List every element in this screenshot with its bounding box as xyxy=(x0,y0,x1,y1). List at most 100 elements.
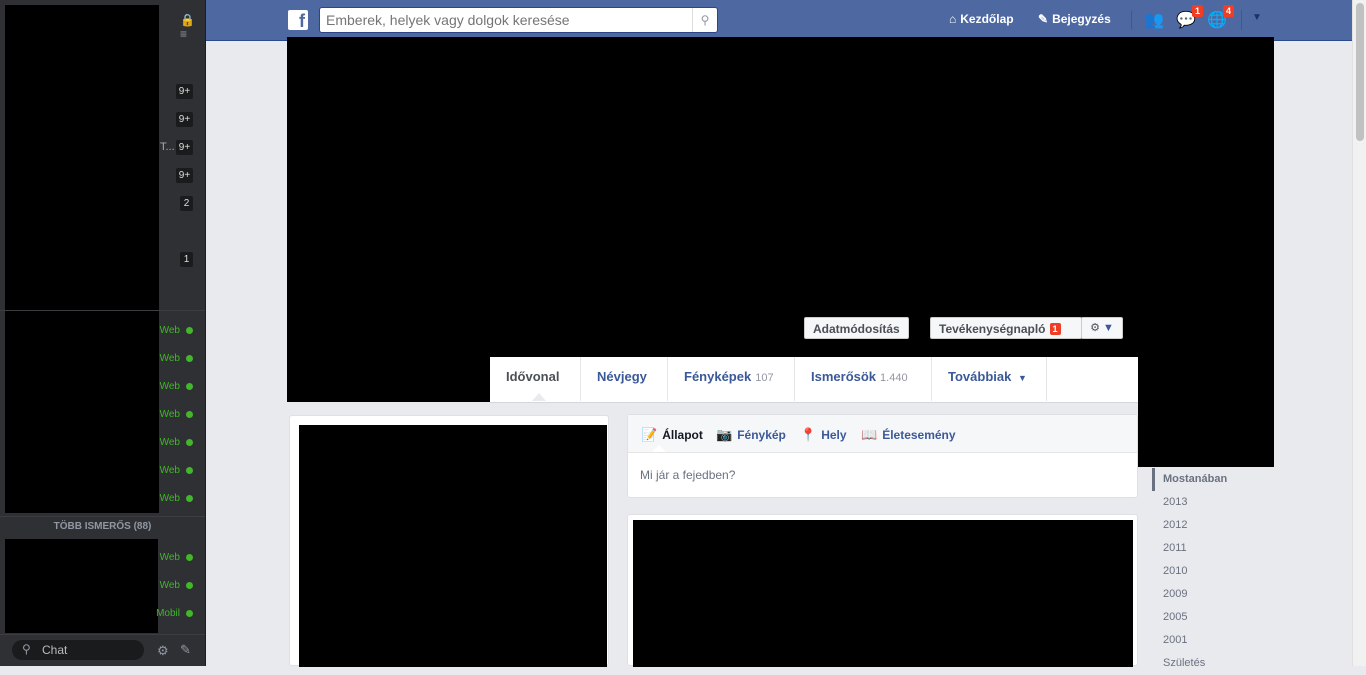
presence-label: Mobil xyxy=(156,608,180,619)
composer-tab-life-event[interactable]: 📖 Életesemény xyxy=(861,427,956,443)
active-composer-pointer xyxy=(652,445,666,452)
search-input[interactable] xyxy=(326,12,686,28)
redacted-friends-block xyxy=(5,539,158,633)
post-label: Bejegyzés xyxy=(1052,12,1111,26)
year-link[interactable]: 2011 xyxy=(1152,537,1262,560)
tab-more[interactable]: Továbbiak ▼ xyxy=(932,357,1047,401)
search-button[interactable]: ⚲ xyxy=(692,8,717,32)
chevron-down-icon: ▼ xyxy=(1103,322,1114,334)
online-dot-icon xyxy=(186,411,193,418)
search-box: ⚲ xyxy=(319,7,718,33)
tab-label: Idővonal xyxy=(506,369,560,384)
friend-presence[interactable]: Web xyxy=(160,381,193,392)
edit-icon: ✎ xyxy=(1038,12,1049,26)
favorite-count-badge: 1 xyxy=(180,252,193,267)
presence-label: Web xyxy=(159,381,180,392)
edit-profile-label: Adatmódosítás xyxy=(813,322,900,336)
tab-label: Fényképek xyxy=(684,369,752,384)
gear-icon[interactable]: ⚙ xyxy=(157,643,169,659)
friend-presence[interactable]: Web xyxy=(160,580,193,591)
composer-tab-label: Fénykép xyxy=(737,428,786,442)
friend-presence[interactable]: Web xyxy=(160,437,193,448)
year-link-recent[interactable]: Mostanában xyxy=(1152,468,1262,491)
year-link-birth[interactable]: Születés xyxy=(1152,652,1262,675)
chevron-down-icon[interactable]: ▼ xyxy=(1252,12,1262,23)
edit-profile-button[interactable]: Adatmódosítás xyxy=(804,317,909,339)
friend-requests-jewel[interactable]: 👥 xyxy=(1143,10,1165,30)
profile-tabs: Idővonal Névjegy Fényképek 107 Ismerősök 1… xyxy=(490,357,1138,403)
presence-label: Web xyxy=(159,325,180,336)
composer-tab-place[interactable]: 📍 Hely xyxy=(800,427,847,443)
friend-presence[interactable]: Web xyxy=(160,325,193,336)
home-link[interactable]: ⌂ Kezdőlap xyxy=(949,12,1014,26)
facebook-logo-icon[interactable]: f xyxy=(288,10,308,31)
tab-label: Továbbiak xyxy=(948,369,1012,384)
composer-tab-photo[interactable]: 📷 Fénykép xyxy=(716,427,786,443)
friend-presence[interactable]: Web xyxy=(160,409,193,420)
presence-label: Web xyxy=(159,437,180,448)
composer-tab-label: Életesemény xyxy=(882,428,956,442)
friend-presence[interactable]: Web xyxy=(160,353,193,364)
tab-about[interactable]: Névjegy xyxy=(581,357,668,401)
lock-list-icon[interactable]: 🔒≡ xyxy=(180,13,196,41)
tab-photos[interactable]: Fényképek 107 xyxy=(668,357,795,401)
messages-badge: 1 xyxy=(1191,5,1203,17)
tab-friends[interactable]: Ismerősök 1.440 xyxy=(795,357,932,401)
chevron-down-icon: ▼ xyxy=(1017,373,1027,383)
post-link[interactable]: ✎ Bejegyzés xyxy=(1038,12,1111,26)
friend-presence[interactable]: Web xyxy=(160,465,193,476)
online-dot-icon xyxy=(186,582,193,589)
scroll-thumb[interactable] xyxy=(1356,3,1364,141)
compose-icon[interactable]: ✎ xyxy=(180,642,191,658)
online-dot-icon xyxy=(186,467,193,474)
nav-divider xyxy=(1241,10,1242,30)
online-dot-icon xyxy=(186,383,193,390)
gear-icon: ⚙ xyxy=(1090,322,1100,334)
favorite-count-badge: 9+ xyxy=(176,168,193,183)
online-dot-icon xyxy=(186,439,193,446)
year-link[interactable]: 2009 xyxy=(1152,583,1262,606)
sidebar-divider xyxy=(0,516,205,517)
intro-card xyxy=(289,415,609,667)
sidebar-divider xyxy=(0,310,205,311)
favorite-count-badge: 2 xyxy=(180,196,193,211)
nav-divider xyxy=(1131,10,1132,30)
presence-label: Web xyxy=(159,465,180,476)
story-card xyxy=(627,514,1138,667)
online-dot-icon xyxy=(186,327,193,334)
friend-presence[interactable]: Web xyxy=(160,493,193,504)
photo-icon: 📷 xyxy=(716,427,733,442)
notifications-jewel[interactable]: 🌐 4 xyxy=(1206,5,1234,30)
year-link[interactable]: 2005 xyxy=(1152,606,1262,629)
settings-dropdown-button[interactable]: ⚙ ▼ xyxy=(1081,317,1123,339)
friend-presence[interactable]: Web xyxy=(160,552,193,563)
composer-tabs: 📝 Állapot 📷 Fénykép 📍 Hely 📖 Életesemény xyxy=(628,415,1137,453)
year-link[interactable]: 2001 xyxy=(1152,629,1262,652)
messages-jewel[interactable]: 💬 1 xyxy=(1175,5,1203,30)
tab-label: Ismerősök xyxy=(811,369,877,384)
status-input[interactable]: Mi jár a fejedben? xyxy=(640,468,735,482)
year-link[interactable]: 2013 xyxy=(1152,491,1262,514)
tab-timeline[interactable]: Idővonal xyxy=(490,357,581,401)
activity-log-button[interactable]: Tevékenységnapló 1 xyxy=(930,317,1082,339)
search-icon: ⚲ xyxy=(22,642,31,656)
tab-count: 1.440 xyxy=(880,372,908,384)
year-link[interactable]: 2012 xyxy=(1152,514,1262,537)
page-scrollbar[interactable] xyxy=(1352,0,1366,666)
favorite-count-badge: 9+ xyxy=(176,84,193,99)
blue-top-bar: f ⚲ ⌂ Kezdőlap ✎ Bejegyzés 👥 💬 1 🌐 4 ▼ xyxy=(206,0,1352,41)
chat-sidebar: 🔒≡ 9+ 9+ T... 9+ 9+ 2 1 Web Web Web Web … xyxy=(0,0,206,666)
presence-label: Web xyxy=(159,353,180,364)
presence-label: Web xyxy=(159,580,180,591)
activity-log-badge: 1 xyxy=(1049,323,1061,335)
home-label: Kezdőlap xyxy=(960,12,1014,26)
online-dot-icon xyxy=(186,355,193,362)
notifications-badge: 4 xyxy=(1222,5,1234,17)
friend-presence[interactable]: Mobil xyxy=(156,608,193,619)
composer-tab-label: Állapot xyxy=(662,428,703,442)
year-link[interactable]: 2010 xyxy=(1152,560,1262,583)
chat-search-input[interactable]: ⚲ Chat xyxy=(12,640,144,660)
profile-picture[interactable] xyxy=(287,357,490,402)
composer-tab-status[interactable]: 📝 Állapot xyxy=(641,427,703,443)
favorite-count-badge: 9+ xyxy=(176,140,193,155)
